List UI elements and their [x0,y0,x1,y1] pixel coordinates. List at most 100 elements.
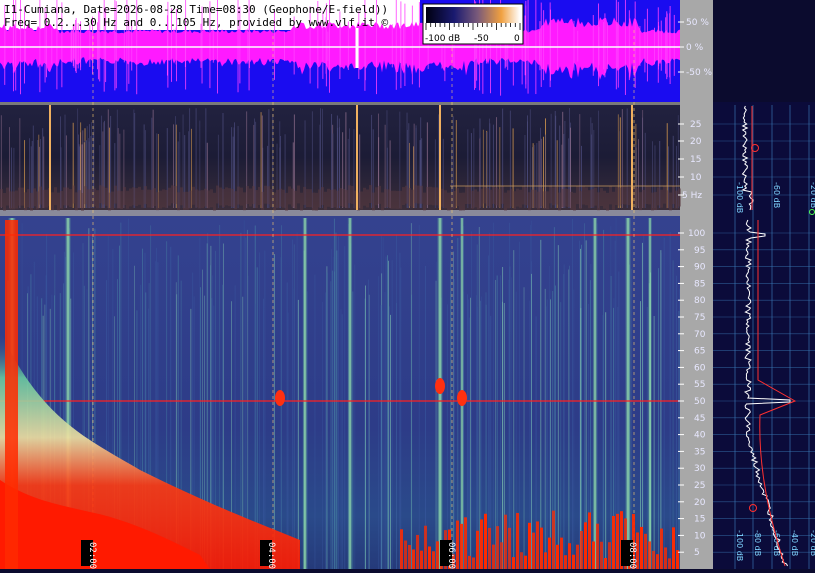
bloom-right-spike [500,542,503,569]
low-band-base [297,185,300,204]
low-band-base [651,192,654,211]
low-band-base [678,188,681,207]
low-band-base [624,186,627,205]
bloom-right-spike [592,541,595,569]
low-band-base [579,191,582,210]
low-band-base [672,186,675,205]
low-band-base [444,190,447,209]
low-band-base [333,189,336,208]
low-band-base [558,192,561,211]
spectrum-db-label: -80 dB [753,530,762,556]
low-band-base [546,191,549,210]
waveform-tick-label: -50 % [686,68,713,78]
bloom-right-spike [516,512,519,569]
low-band-base [540,188,543,207]
bloom-right-spike [676,550,679,569]
low-band-base [633,186,636,205]
bloom-right-spike [644,533,647,569]
full-band-tick-label: 80 [694,296,706,306]
low-band-base [447,192,450,211]
colorbar-label-min: -100 dB [425,34,460,44]
bloom-right-spike [664,547,667,569]
bloom-right-spike [424,525,427,569]
low-band-base [288,186,291,205]
low-band-base [327,188,330,207]
bloom-right-spike [476,530,479,569]
low-band-base [378,185,381,204]
low-band-base [564,188,567,207]
low-band-base [375,187,378,206]
low-band-base [516,188,519,207]
low-band-base [609,186,612,205]
low-band-base [198,190,201,209]
colorbar-gradient [426,7,520,23]
full-band-tick-label: 5 [694,548,700,558]
low-band-base [24,192,27,211]
full-band-tick-label: 85 [694,279,705,289]
full-band-tick-label: 55 [694,380,705,390]
low-band-base [336,190,339,209]
low-band-base [156,192,159,211]
bloom-right-spike [552,510,555,569]
low-band-base [33,188,36,207]
low-band-base [513,191,516,210]
low-band-base [384,189,387,208]
low-band-base [603,190,606,209]
low-band-base [324,191,327,210]
low-band-tick-label: 25 [690,120,701,130]
low-band-base [543,191,546,210]
low-band-base [246,186,249,205]
low-band-base [426,186,429,205]
low-band-base [15,190,18,209]
low-band-base [432,187,435,206]
low-band-base [210,189,213,208]
low-band-base [402,187,405,206]
low-band-base [63,187,66,206]
spectrum-db-label: -40 dB [790,530,799,556]
bloom-right-spike [488,527,491,569]
low-band-base [66,187,69,206]
bloom-right-spike [588,512,591,569]
low-band-base [219,187,222,206]
low-band-base [648,186,651,205]
low-band-base [642,189,645,208]
low-band-base [435,187,438,206]
low-band-base [576,186,579,205]
low-band-base [348,185,351,204]
low-band-base [471,190,474,209]
low-band-base [399,190,402,209]
bloom-right-spike [400,529,403,569]
bloom-right-spike [572,554,575,569]
low-band-base [204,188,207,207]
colorbar: -100 dB -50 0 [422,3,524,45]
low-band-base [147,189,150,208]
low-band-base [216,185,219,204]
low-band-base [468,186,471,205]
low-band-base [186,191,189,210]
full-band-band [648,218,652,569]
low-band-base [621,186,624,205]
full-band-tick-label: 60 [694,363,706,373]
low-band-base [627,187,630,206]
full-band-tick-label: 70 [694,330,706,340]
low-band-base [177,192,180,211]
time-label: 04:00 [266,542,276,569]
low-band-base [57,192,60,211]
low-band-base [528,192,531,211]
colorbar-label-max: 0 [514,34,520,44]
low-band-base [51,192,54,211]
bloom-right-spike [668,558,671,569]
bloom-right-spike [616,513,619,569]
low-band-base [555,186,558,205]
low-band-base [657,187,660,206]
low-band-base [105,187,108,206]
low-band-base [654,192,657,211]
low-band-base [510,188,513,207]
bloom-right-spike [436,541,439,569]
low-band-base [168,187,171,206]
low-band-base [429,186,432,205]
bloom-right-spike [508,527,511,569]
low-band-base [261,191,264,210]
low-band-base [459,192,462,211]
low-band-base [174,185,177,204]
